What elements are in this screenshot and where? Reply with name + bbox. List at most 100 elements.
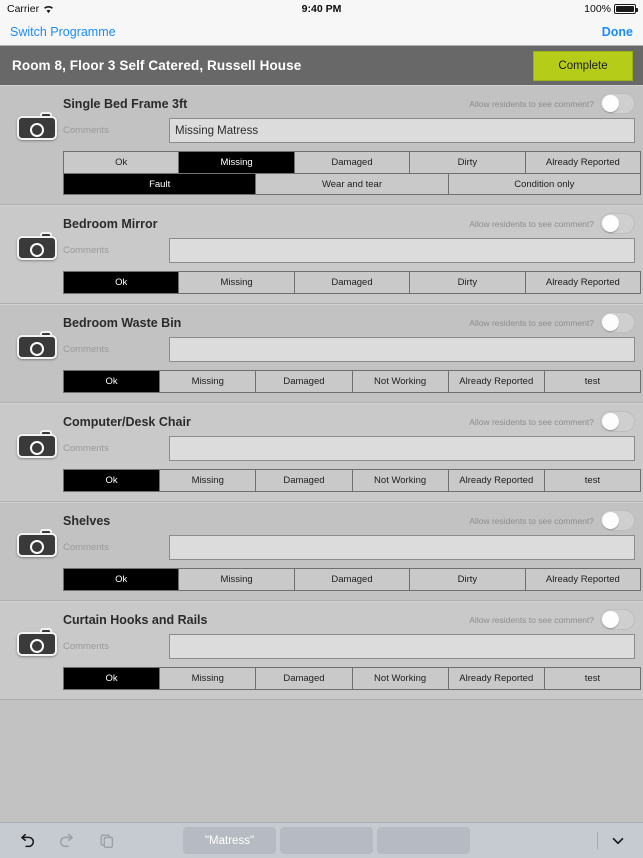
camera-icon[interactable] [17, 529, 57, 557]
paste-icon[interactable] [98, 832, 116, 850]
segment-option[interactable]: test [544, 668, 641, 689]
allow-residents-toggle-group: Allow residents to see comment? [469, 411, 635, 432]
autocomplete-suggestions: "Matress" [183, 827, 470, 854]
item-title: Shelves [63, 513, 111, 528]
switch-programme-button[interactable]: Switch Programme [10, 25, 116, 39]
segment-option[interactable]: test [544, 470, 641, 491]
segment-option[interactable]: Ok [64, 371, 161, 392]
segment-option[interactable]: Condition only [448, 174, 640, 194]
segment-option[interactable]: Damaged [294, 272, 411, 293]
segment-option[interactable]: Not Working [352, 668, 449, 689]
segment-option[interactable]: test [544, 371, 641, 392]
segment-option[interactable]: Missing [160, 668, 257, 689]
condition-segmented-control[interactable]: Ok Missing Damaged Not Working Already Repor… [63, 370, 641, 393]
segment-option[interactable]: Missing [160, 470, 257, 491]
segment-option[interactable]: Damaged [256, 470, 353, 491]
allow-residents-label: Allow residents to see comment? [469, 515, 594, 526]
segment-option[interactable]: Ok [64, 272, 180, 293]
item-header: Computer/Desk Chair Allow residents to se… [0, 404, 643, 432]
comments-input[interactable] [169, 535, 635, 560]
segment-option[interactable]: Ok [64, 569, 180, 590]
allow-residents-toggle-group: Allow residents to see comment? [469, 609, 635, 630]
undo-icon[interactable] [18, 832, 36, 850]
segment-option[interactable]: Dirty [410, 152, 526, 173]
segment-option[interactable]: Damaged [294, 152, 411, 173]
allow-residents-switch[interactable] [600, 312, 635, 333]
condition-controls: Ok Missing Damaged Dirty Already Reported [0, 263, 643, 303]
allow-residents-switch[interactable] [600, 510, 635, 531]
segment-option[interactable]: Missing [179, 272, 295, 293]
page-title: Room 8, Floor 3 Self Catered, Russell Ho… [12, 58, 302, 73]
segment-option[interactable]: Already Reported [525, 152, 641, 173]
carrier-label: Carrier [7, 3, 40, 15]
camera-icon[interactable] [17, 430, 57, 458]
redo-icon[interactable] [58, 832, 76, 850]
segment-option[interactable]: Not Working [352, 470, 449, 491]
allow-residents-switch[interactable] [600, 213, 635, 234]
wifi-icon [43, 5, 54, 14]
camera-icon[interactable] [17, 628, 57, 656]
item-title: Curtain Hooks and Rails [63, 612, 208, 627]
divider [597, 832, 598, 849]
segment-option[interactable]: Ok [64, 470, 161, 491]
segment-option[interactable]: Dirty [410, 272, 526, 293]
segment-option[interactable]: Damaged [256, 668, 353, 689]
segment-option[interactable]: Dirty [410, 569, 526, 590]
segment-option[interactable]: Missing [160, 371, 257, 392]
battery-full-icon [614, 4, 638, 14]
chevron-down-icon[interactable] [609, 832, 627, 850]
condition-segmented-control[interactable]: Ok Missing Damaged Not Working Already Repor… [63, 469, 641, 492]
autocomplete-suggestion[interactable]: "Matress" [183, 827, 276, 854]
status-bar-right: 100% [584, 3, 638, 15]
segment-option[interactable]: Already Reported [525, 272, 641, 293]
condition-segmented-control[interactable]: Ok Missing Damaged Dirty Already Reported [63, 151, 641, 174]
item-header: Shelves Allow residents to see comment? [0, 503, 643, 531]
camera-icon[interactable] [17, 112, 57, 140]
allow-residents-switch[interactable] [600, 93, 635, 114]
allow-residents-switch[interactable] [600, 609, 635, 630]
segment-option[interactable]: Fault [64, 174, 257, 194]
room-title-bar: Room 8, Floor 3 Self Catered, Russell Ho… [0, 46, 643, 85]
item-header: Curtain Hooks and Rails Allow residents t… [0, 602, 643, 630]
segment-option[interactable]: Ok [64, 152, 180, 173]
comments-input[interactable]: Missing Matress [169, 118, 635, 143]
condition-segmented-control[interactable]: Ok Missing Damaged Dirty Already Reported [63, 271, 641, 294]
item-title: Bedroom Waste Bin [63, 315, 182, 330]
inventory-list[interactable]: Single Bed Frame 3ft Allow residents to s… [0, 85, 643, 839]
allow-residents-label: Allow residents to see comment? [469, 416, 594, 427]
status-bar-clock: 9:40 PM [301, 3, 342, 15]
comments-row: Comments [0, 234, 643, 263]
segment-option[interactable]: Damaged [294, 569, 411, 590]
comments-input[interactable] [169, 337, 635, 362]
segment-option[interactable]: Already Reported [448, 668, 545, 689]
camera-icon[interactable] [17, 331, 57, 359]
segment-option[interactable]: Ok [64, 668, 161, 689]
autocomplete-suggestion[interactable] [377, 827, 470, 854]
comments-row: Comments [0, 432, 643, 461]
segment-option[interactable]: Missing [179, 152, 295, 173]
condition-segmented-control[interactable]: Ok Missing Damaged Dirty Already Reported [63, 568, 641, 591]
segment-option[interactable]: Not Working [352, 371, 449, 392]
allow-residents-switch[interactable] [600, 411, 635, 432]
camera-icon[interactable] [17, 232, 57, 260]
inventory-item-section: Computer/Desk Chair Allow residents to se… [0, 403, 643, 502]
autocomplete-suggestion[interactable] [280, 827, 373, 854]
comments-input[interactable] [169, 436, 635, 461]
segment-option[interactable]: Already Reported [448, 371, 545, 392]
comments-input[interactable] [169, 634, 635, 659]
segment-option[interactable]: Already Reported [448, 470, 545, 491]
complete-button[interactable]: Complete [533, 50, 633, 81]
segment-option[interactable]: Wear and tear [256, 174, 449, 194]
segment-option[interactable]: Already Reported [525, 569, 641, 590]
inventory-item-section: Curtain Hooks and Rails Allow residents t… [0, 601, 643, 700]
done-button[interactable]: Done [602, 25, 633, 39]
comments-label: Comments [63, 344, 109, 355]
keyboard-bar-right [597, 832, 643, 850]
condition-segmented-control[interactable]: Ok Missing Damaged Not Working Already Repor… [63, 667, 641, 690]
fault-type-segmented-control[interactable]: Fault Wear and tear Condition only [63, 174, 641, 195]
segment-option[interactable]: Damaged [256, 371, 353, 392]
segment-option[interactable]: Missing [179, 569, 295, 590]
condition-controls: Ok Missing Damaged Not Working Already Repor… [0, 659, 643, 699]
comments-input[interactable] [169, 238, 635, 263]
comments-label: Comments [63, 641, 109, 652]
